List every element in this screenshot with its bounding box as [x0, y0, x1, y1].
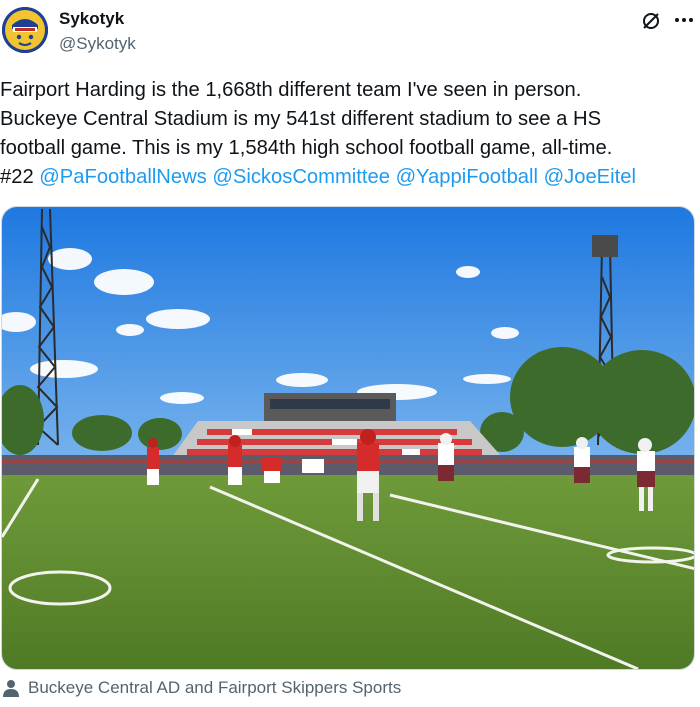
avatar[interactable]	[2, 7, 48, 53]
football-game-photo	[2, 207, 694, 669]
author-handle[interactable]: @Sykotyk	[59, 34, 136, 54]
grok-icon[interactable]	[640, 10, 662, 32]
more-options-icon[interactable]	[672, 8, 696, 32]
hashtag: #22	[0, 166, 34, 188]
mention-joeeitel[interactable]: @JoeEitel	[544, 166, 636, 188]
tweet-text: Fairport Harding is the 1,668th differen…	[0, 76, 696, 192]
tweet-line: Fairport Harding is the 1,668th differen…	[0, 79, 582, 101]
author-name[interactable]: Sykotyk	[59, 9, 124, 29]
tweet-photo[interactable]	[1, 206, 695, 670]
mention-sickoscommittee[interactable]: @SickosCommittee	[212, 166, 390, 188]
mention-pafootballnews[interactable]: @PaFootballNews	[39, 166, 206, 188]
photo-credit-text: Buckeye Central AD and Fairport Skippers…	[28, 678, 402, 697]
mention-yappifootball[interactable]: @YappiFootball	[396, 166, 538, 188]
tweet-line: Buckeye Central Stadium is my 541st diff…	[0, 108, 602, 130]
tweet-header: Sykotyk @Sykotyk	[0, 0, 700, 62]
tweet-tags-line: #22 @PaFootballNews @SickosCommittee @Ya…	[0, 163, 696, 192]
photo-credit: Buckeye Central AD and Fairport Skippers…	[2, 676, 401, 700]
person-icon	[3, 680, 19, 697]
rocket-face-avatar-icon	[2, 7, 48, 53]
tweet-line: football game. This is my 1,584th high s…	[0, 137, 613, 159]
